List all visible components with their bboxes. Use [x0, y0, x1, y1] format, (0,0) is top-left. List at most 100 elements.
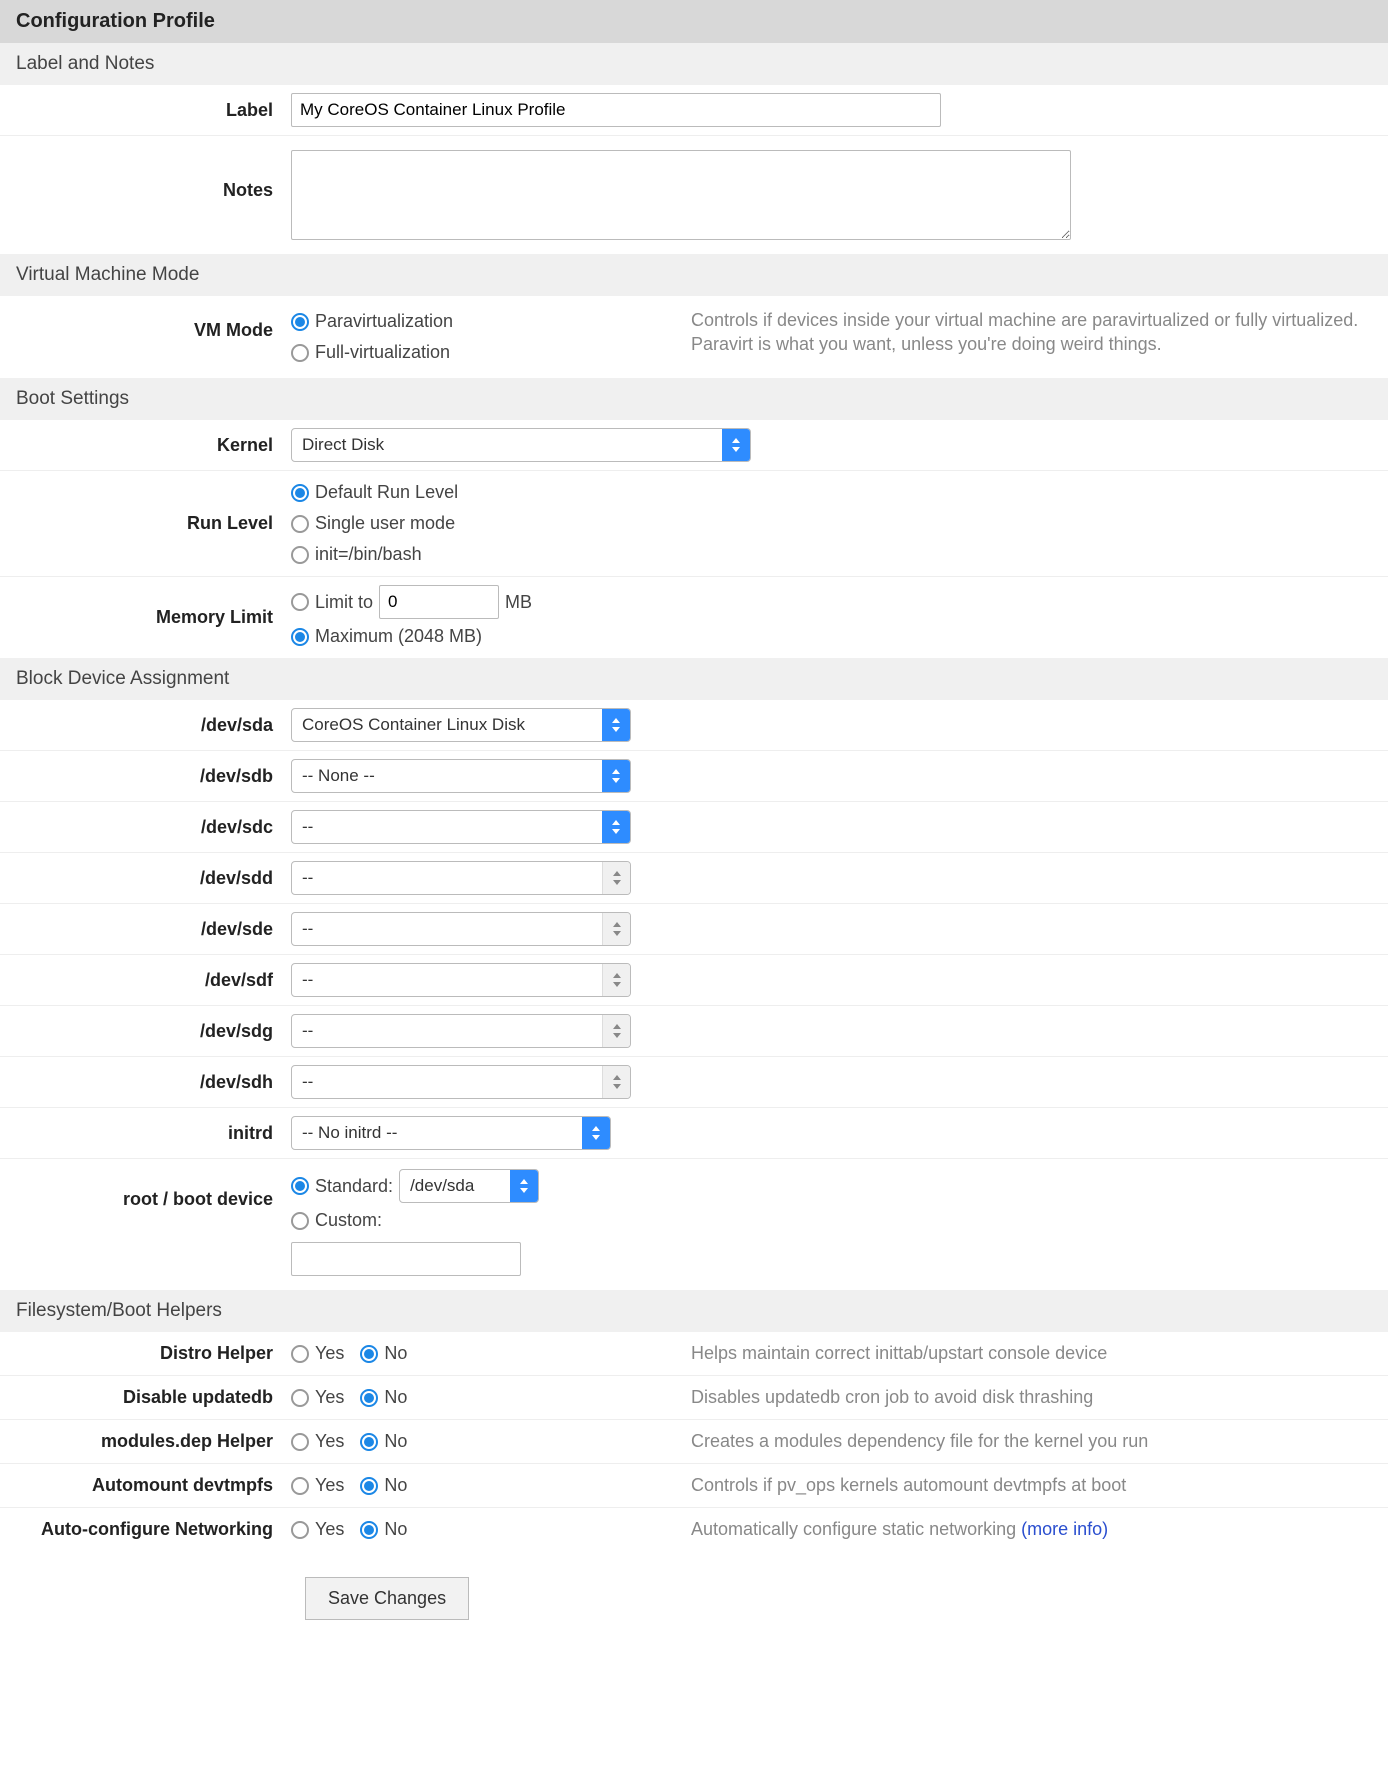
kernel-select[interactable]: Direct Disk	[291, 428, 751, 462]
radio-unchecked-icon	[291, 1477, 309, 1495]
radio-checked-icon	[291, 484, 309, 502]
device-sdg-select[interactable]: --	[291, 1014, 631, 1048]
helper-modules-yes[interactable]: Yes	[291, 1428, 344, 1455]
helper-distro-yes[interactable]: Yes	[291, 1340, 344, 1367]
notes-label: Notes	[16, 150, 291, 201]
device-sde-label: /dev/sde	[16, 919, 291, 940]
radio-unchecked-icon	[291, 1389, 309, 1407]
radio-unchecked-icon	[291, 546, 309, 564]
radio-checked-icon	[291, 313, 309, 331]
runlevel-bash-option[interactable]: init=/bin/bash	[291, 541, 671, 568]
select-arrow-icon	[602, 1015, 630, 1047]
label-input[interactable]	[291, 93, 941, 127]
radio-checked-icon	[360, 1521, 378, 1539]
select-arrow-icon	[602, 964, 630, 996]
helper-updatedb-no[interactable]: No	[360, 1384, 407, 1411]
device-sda-label: /dev/sda	[16, 715, 291, 736]
helper-devtmpfs-help: Controls if pv_ops kernels automount dev…	[671, 1473, 1372, 1497]
radio-unchecked-icon	[291, 515, 309, 533]
radio-checked-icon	[291, 1177, 309, 1195]
helper-updatedb-yes[interactable]: Yes	[291, 1384, 344, 1411]
vm-mode-paravirt-option[interactable]: Paravirtualization	[291, 308, 671, 335]
select-arrow-icon	[602, 709, 630, 741]
device-sdd-select[interactable]: --	[291, 861, 631, 895]
radio-checked-icon	[291, 628, 309, 646]
initrd-label: initrd	[16, 1123, 291, 1144]
radio-checked-icon	[360, 1477, 378, 1495]
device-sdb-label: /dev/sdb	[16, 766, 291, 787]
vm-mode-fullvirt-text: Full-virtualization	[315, 339, 450, 366]
radio-unchecked-icon	[291, 1521, 309, 1539]
device-sdd-label: /dev/sdd	[16, 868, 291, 889]
helper-network-yes[interactable]: Yes	[291, 1516, 344, 1543]
device-sde-select[interactable]: --	[291, 912, 631, 946]
helper-network-no[interactable]: No	[360, 1516, 407, 1543]
select-arrow-icon	[602, 862, 630, 894]
section-vm-mode: Virtual Machine Mode	[0, 254, 1388, 296]
helper-devtmpfs-no[interactable]: No	[360, 1472, 407, 1499]
radio-unchecked-icon	[291, 1433, 309, 1451]
device-sdh-select[interactable]: --	[291, 1065, 631, 1099]
memlimit-max-option[interactable]: Maximum (2048 MB)	[291, 623, 671, 650]
helper-modules-label: modules.dep Helper	[16, 1431, 291, 1452]
notes-textarea[interactable]	[291, 150, 1071, 240]
device-sda-select[interactable]: CoreOS Container Linux Disk	[291, 708, 631, 742]
device-sdc-label: /dev/sdc	[16, 817, 291, 838]
section-helpers: Filesystem/Boot Helpers	[0, 1290, 1388, 1332]
page-title: Configuration Profile	[0, 0, 1388, 43]
radio-checked-icon	[360, 1389, 378, 1407]
memlimit-input[interactable]	[379, 585, 499, 619]
select-arrow-icon	[602, 1066, 630, 1098]
section-boot: Boot Settings	[0, 378, 1388, 420]
device-sdh-label: /dev/sdh	[16, 1072, 291, 1093]
helper-distro-label: Distro Helper	[16, 1343, 291, 1364]
vm-mode-fullvirt-option[interactable]: Full-virtualization	[291, 339, 671, 366]
select-arrow-icon	[602, 913, 630, 945]
helper-devtmpfs-yes[interactable]: Yes	[291, 1472, 344, 1499]
vm-mode-help: Controls if devices inside your virtual …	[671, 308, 1372, 357]
device-sdf-label: /dev/sdf	[16, 970, 291, 991]
initrd-select[interactable]: -- No initrd --	[291, 1116, 611, 1150]
root-device-label: root / boot device	[16, 1169, 291, 1210]
device-sdf-select[interactable]: --	[291, 963, 631, 997]
helper-distro-help: Helps maintain correct inittab/upstart c…	[671, 1341, 1372, 1365]
helper-updatedb-label: Disable updatedb	[16, 1387, 291, 1408]
radio-unchecked-icon	[291, 1345, 309, 1363]
select-arrow-icon	[602, 811, 630, 843]
helper-network-link[interactable]: (more info)	[1021, 1519, 1108, 1539]
helper-devtmpfs-label: Automount devtmpfs	[16, 1475, 291, 1496]
kernel-select-value: Direct Disk	[292, 429, 722, 461]
device-sdg-label: /dev/sdg	[16, 1021, 291, 1042]
save-button[interactable]: Save Changes	[305, 1577, 469, 1620]
radio-unchecked-icon	[291, 593, 309, 611]
runlevel-label: Run Level	[16, 513, 291, 534]
device-sdc-select[interactable]: --	[291, 810, 631, 844]
vm-mode-paravirt-text: Paravirtualization	[315, 308, 453, 335]
radio-checked-icon	[360, 1345, 378, 1363]
helper-network-label: Auto-configure Networking	[16, 1519, 291, 1540]
select-arrow-icon	[510, 1170, 538, 1202]
select-arrow-icon	[602, 760, 630, 792]
radio-checked-icon	[360, 1433, 378, 1451]
helper-network-help: Automatically configure static networkin…	[671, 1517, 1372, 1541]
runlevel-default-option[interactable]: Default Run Level	[291, 479, 671, 506]
root-standard-select[interactable]: /dev/sda	[399, 1169, 539, 1203]
memlimit-limit-option[interactable]: Limit to MB	[291, 585, 671, 619]
kernel-label: Kernel	[16, 435, 291, 456]
device-sdb-select[interactable]: -- None --	[291, 759, 631, 793]
root-standard-option[interactable]: Standard: /dev/sda	[291, 1169, 671, 1203]
section-label-notes: Label and Notes	[0, 43, 1388, 85]
helper-distro-no[interactable]: No	[360, 1340, 407, 1367]
radio-unchecked-icon	[291, 344, 309, 362]
section-block: Block Device Assignment	[0, 658, 1388, 700]
root-custom-option[interactable]: Custom:	[291, 1207, 671, 1234]
root-custom-input[interactable]	[291, 1242, 521, 1276]
vm-mode-label: VM Mode	[16, 308, 291, 341]
runlevel-single-option[interactable]: Single user mode	[291, 510, 671, 537]
helper-updatedb-help: Disables updatedb cron job to avoid disk…	[671, 1385, 1372, 1409]
label-label: Label	[16, 100, 291, 121]
memlimit-label: Memory Limit	[16, 607, 291, 628]
helper-modules-no[interactable]: No	[360, 1428, 407, 1455]
radio-unchecked-icon	[291, 1212, 309, 1230]
helper-modules-help: Creates a modules dependency file for th…	[671, 1429, 1372, 1453]
